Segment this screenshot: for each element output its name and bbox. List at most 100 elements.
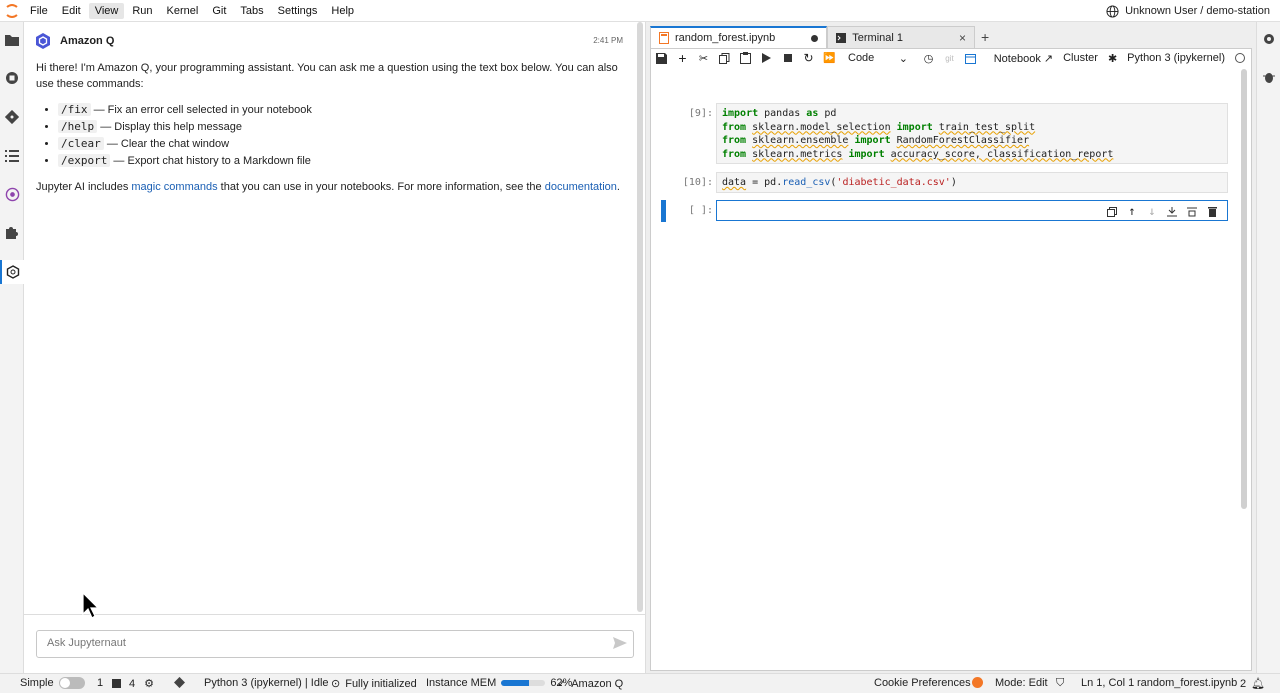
move-up-icon[interactable]: ↑ [1125, 205, 1139, 219]
kernel-count[interactable]: 4 ⚙ [129, 677, 154, 691]
move-down-icon[interactable]: ↓ [1145, 205, 1159, 219]
chat-message-header: Amazon Q [34, 32, 114, 50]
menu-run[interactable]: Run [126, 3, 158, 19]
extensions-puzzle-icon[interactable] [3, 223, 21, 241]
cell-editor[interactable]: ↑ ↓ [716, 200, 1228, 221]
kernel-status-icon [1235, 53, 1245, 63]
cell-type-select[interactable]: Code ⌄ [848, 52, 908, 65]
cut-icon[interactable]: ✂ [693, 49, 714, 67]
cell-editor[interactable]: data = pd.read_csv('diabetic_data.csv') [716, 172, 1228, 193]
menu-file[interactable]: File [24, 3, 54, 19]
kernel-status[interactable]: Python 3 (ipykernel) | Idle [204, 677, 329, 689]
tab-label: random_forest.ipynb [675, 32, 776, 44]
command-desc: — Fix an error cell selected in your not… [93, 104, 312, 116]
debugger-icon[interactable] [1262, 70, 1276, 84]
add-tab-icon[interactable]: + [975, 26, 995, 48]
fast-forward-icon[interactable]: ⏩ [819, 49, 840, 67]
aws-icon [972, 677, 983, 688]
chat-footer: Jupyter AI includes magic commands that … [36, 179, 626, 195]
status-filename: random_forest.ipynb [1137, 677, 1237, 689]
kernel-name[interactable]: Python 3 (ipykernel) [1127, 52, 1225, 64]
mode-text: Mode: Edit [995, 677, 1048, 689]
schedule-icon[interactable] [960, 49, 981, 67]
ai-brain-icon[interactable] [3, 185, 21, 203]
insert-below-icon[interactable] [1165, 205, 1179, 219]
jupyter-logo-icon[interactable] [0, 0, 24, 22]
add-cell-icon[interactable]: + [672, 49, 693, 67]
tab-terminal[interactable]: Terminal 1 × [827, 26, 976, 48]
chat-intro: Hi there! I'm Amazon Q, your programming… [36, 62, 618, 90]
menu-git[interactable]: Git [206, 3, 232, 19]
menu-view[interactable]: View [88, 2, 125, 19]
command-code: /clear [58, 137, 104, 150]
menu-help[interactable]: Help [325, 3, 360, 19]
git-diff-icon[interactable]: git [939, 49, 960, 67]
memory-status: Instance MEM 62% [426, 677, 572, 689]
cluster-label[interactable]: Cluster [1063, 52, 1098, 64]
chat-input[interactable]: Ask Jupyternaut [36, 630, 634, 658]
menu-tabs[interactable]: Tabs [234, 3, 269, 19]
command-list: /fix — Fix an error cell selected in you… [58, 102, 626, 169]
list-item: /fix — Fix an error cell selected in you… [58, 102, 626, 118]
amazon-q-chat-panel: Amazon Q 2:41 PM Hi there! I'm Amazon Q,… [24, 22, 646, 673]
tab-random-forest[interactable]: random_forest.ipynb [650, 26, 828, 48]
notebook-label-text: Notebook [993, 52, 1041, 65]
run-icon[interactable] [756, 49, 777, 67]
delete-cell-icon[interactable] [1205, 205, 1219, 219]
tab-bar: random_forest.ipynb Terminal 1 × + [650, 24, 1254, 48]
magic-commands-link[interactable]: magic commands [131, 181, 217, 193]
command-code: /help [58, 120, 98, 133]
cell-prompt: [10]: [682, 177, 713, 188]
running-kernels-icon[interactable] [3, 69, 21, 87]
kernel-status-text: Python 3 (ipykernel) | Idle [204, 677, 329, 689]
user-indicator[interactable]: Unknown User / demo-station [1106, 0, 1270, 22]
clock-icon[interactable]: ◷ [918, 49, 939, 67]
user-label: Unknown User / demo-station [1125, 5, 1270, 17]
toggle-switch[interactable] [58, 677, 85, 689]
git-status-icon[interactable] [174, 677, 185, 688]
notebook-label[interactable]: Notebook ↗ [994, 52, 1053, 65]
notebook-area: random_forest.ipynb Terminal 1 × + + ✂ ↻… [646, 22, 1280, 673]
property-inspector-gear-icon[interactable] [1262, 32, 1276, 46]
amazon-q-sidebar-icon[interactable] [0, 260, 24, 284]
assistant-name: Amazon Q [60, 35, 115, 47]
chat-scrollbar[interactable] [637, 22, 643, 612]
unsaved-dot-icon[interactable] [811, 34, 819, 42]
notebook-toolbar: + ✂ ↻ ⏩ Code ⌄ ◷ git Notebook ↗ Cluster … [651, 49, 1251, 67]
amazon-q-status[interactable]: ✓ Amazon Q [557, 677, 623, 691]
tab-label: Terminal 1 [852, 31, 904, 44]
send-icon[interactable] [612, 635, 628, 651]
cell-toolbar: ↑ ↓ [1105, 205, 1219, 219]
cell-editor[interactable]: import pandas as pd from sklearn.model_s… [716, 103, 1228, 164]
simple-mode-toggle[interactable]: Simple [20, 677, 85, 689]
table-of-contents-icon[interactable] [3, 147, 21, 165]
notifications[interactable]: 2 🔔︎ [1240, 677, 1265, 691]
init-status-text: Fully initialized [345, 677, 417, 690]
documentation-link[interactable]: documentation [545, 181, 617, 193]
menu-settings[interactable]: Settings [272, 3, 324, 19]
close-icon[interactable]: × [959, 31, 966, 45]
menu-kernel[interactable]: Kernel [161, 3, 205, 19]
stop-icon[interactable] [777, 49, 798, 67]
save-icon[interactable] [651, 49, 672, 67]
memory-bar [501, 680, 546, 686]
command-desc: — Display this help message [100, 121, 243, 133]
notebook-scrollbar[interactable] [1241, 69, 1247, 509]
insert-above-icon[interactable] [1185, 205, 1199, 219]
copy-icon[interactable] [714, 49, 735, 67]
terminal-count[interactable]: 1 [97, 677, 122, 689]
restart-icon[interactable]: ↻ [798, 49, 819, 67]
duplicate-cell-icon[interactable] [1105, 205, 1119, 219]
cookie-preferences-link[interactable]: Cookie Preferences [874, 677, 971, 689]
cursor-position[interactable]: Ln 1, Col 1 [1081, 677, 1134, 689]
git-icon[interactable] [3, 108, 21, 126]
paste-icon[interactable] [735, 49, 756, 67]
edit-mode-status[interactable]: Mode: Edit [995, 677, 1048, 689]
folder-icon[interactable] [3, 31, 21, 49]
gear-icon: ⚙ [144, 678, 154, 690]
check-circle-icon: ⊙ [331, 678, 341, 690]
shield-icon[interactable]: ⛉ [1056, 677, 1064, 690]
mouse-cursor-icon [82, 592, 100, 619]
debugger-bug-icon[interactable]: ✱ [1108, 52, 1117, 65]
menu-edit[interactable]: Edit [56, 3, 87, 19]
